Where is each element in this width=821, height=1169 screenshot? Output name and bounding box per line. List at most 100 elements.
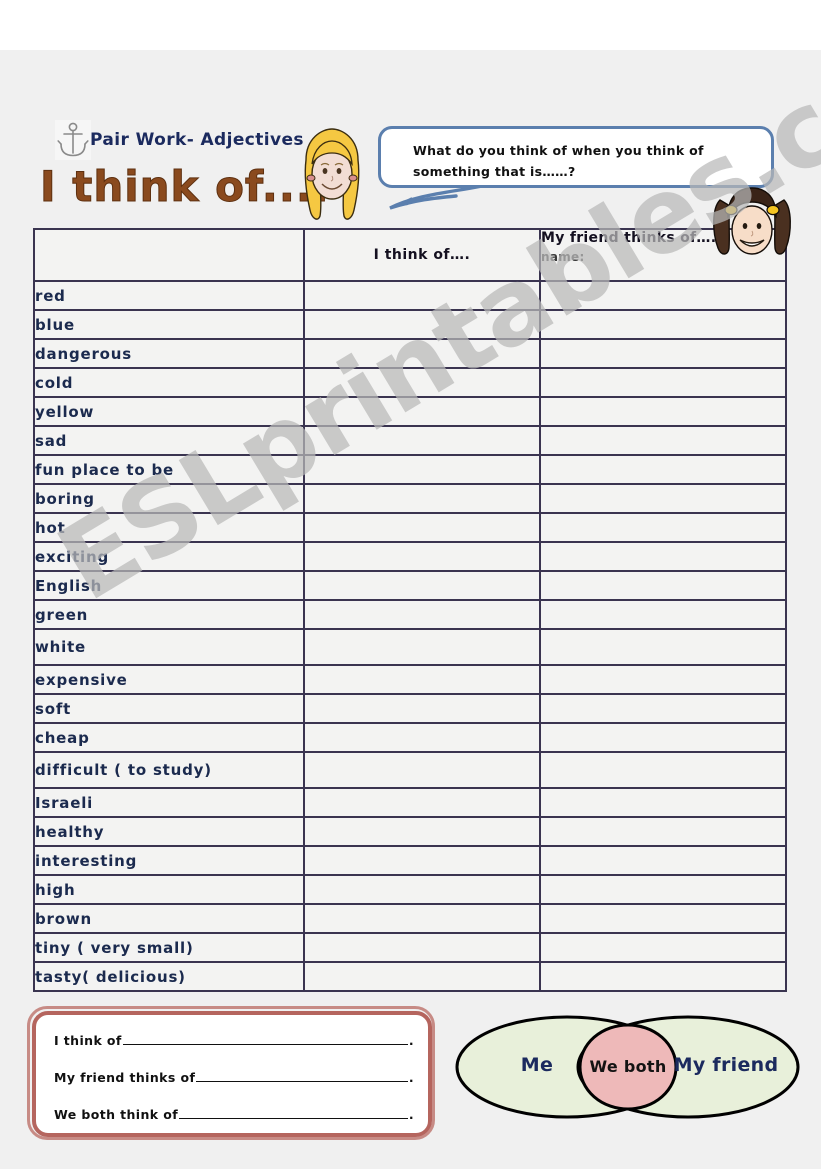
- adjective-cell: difficult ( to study): [33, 751, 305, 789]
- table-row: cheap: [33, 722, 787, 753]
- adjective-cell: Israeli: [33, 787, 305, 818]
- friend-answer-cell[interactable]: [539, 396, 787, 427]
- me-answer-cell[interactable]: [303, 280, 541, 311]
- friend-answer-cell[interactable]: [539, 541, 787, 572]
- adjective-cell: fun place to be: [33, 454, 305, 485]
- adjective-cell: exciting: [33, 541, 305, 572]
- friend-answer-cell[interactable]: [539, 338, 787, 369]
- friend-answer-cell[interactable]: [539, 693, 787, 724]
- table-row: white: [33, 628, 787, 666]
- speech-bubble: What do you think of when you think of s…: [378, 126, 774, 188]
- table-row: boring: [33, 483, 787, 514]
- me-answer-cell[interactable]: [303, 628, 541, 666]
- table-row: soft: [33, 693, 787, 724]
- sentence-blank-field[interactable]: [196, 1071, 408, 1082]
- sentence-line: My friend thinks of .: [54, 1070, 414, 1085]
- venn-diagram: Me We both My friend: [455, 1012, 800, 1122]
- friend-answer-cell[interactable]: [539, 425, 787, 456]
- me-answer-cell[interactable]: [303, 309, 541, 340]
- table-row: dangerous: [33, 338, 787, 369]
- me-answer-cell[interactable]: [303, 693, 541, 724]
- anchor-icon: [55, 120, 91, 160]
- speech-bubble-text: What do you think of when you think of s…: [413, 143, 704, 179]
- adjective-cell: expensive: [33, 664, 305, 695]
- me-answer-cell[interactable]: [303, 338, 541, 369]
- friend-answer-cell[interactable]: [539, 367, 787, 398]
- page-subtitle: Pair Work- Adjectives: [90, 130, 304, 150]
- table-row: interesting: [33, 845, 787, 876]
- me-answer-cell[interactable]: [303, 541, 541, 572]
- adjective-cell: dangerous: [33, 338, 305, 369]
- table-row: red: [33, 280, 787, 311]
- me-answer-cell[interactable]: [303, 722, 541, 753]
- me-answer-cell[interactable]: [303, 512, 541, 543]
- girl-brunette-avatar: [706, 186, 798, 272]
- friend-answer-cell[interactable]: [539, 628, 787, 666]
- me-answer-cell[interactable]: [303, 483, 541, 514]
- friend-answer-cell[interactable]: [539, 932, 787, 963]
- sentence-line: We both think of .: [54, 1107, 414, 1122]
- sentence-blank-field[interactable]: [179, 1108, 408, 1119]
- adjective-cell: tasty( delicious): [33, 961, 305, 992]
- friend-answer-cell[interactable]: [539, 845, 787, 876]
- friend-answer-cell[interactable]: [539, 454, 787, 485]
- friend-answer-cell[interactable]: [539, 483, 787, 514]
- table-row: hot: [33, 512, 787, 543]
- sentence-prefix: I think of: [54, 1033, 122, 1048]
- table-row: difficult ( to study): [33, 751, 787, 789]
- adjective-cell: cheap: [33, 722, 305, 753]
- table-row: exciting: [33, 541, 787, 572]
- friend-answer-cell[interactable]: [539, 874, 787, 905]
- me-answer-cell[interactable]: [303, 664, 541, 695]
- table-row: cold: [33, 367, 787, 398]
- worksheet-page: Pair Work- Adjectives I think of.... Wha…: [0, 50, 821, 1169]
- sentence-blank-field[interactable]: [122, 1034, 408, 1045]
- adjective-cell: white: [33, 628, 305, 666]
- adjective-cell: brown: [33, 903, 305, 934]
- table-header-me: I think of….: [303, 228, 541, 282]
- sentence-prefix: My friend thinks of: [54, 1070, 196, 1085]
- me-answer-cell[interactable]: [303, 367, 541, 398]
- table-row: brown: [33, 903, 787, 934]
- me-answer-cell[interactable]: [303, 454, 541, 485]
- adjective-cell: soft: [33, 693, 305, 724]
- friend-answer-cell[interactable]: [539, 280, 787, 311]
- friend-answer-cell[interactable]: [539, 570, 787, 601]
- friend-answer-cell[interactable]: [539, 787, 787, 818]
- me-answer-cell[interactable]: [303, 425, 541, 456]
- friend-answer-cell[interactable]: [539, 309, 787, 340]
- me-answer-cell[interactable]: [303, 961, 541, 992]
- table-row: tiny ( very small): [33, 932, 787, 963]
- adjectives-table: I think of…. My friend thinks of…. name:…: [33, 228, 787, 992]
- table-row: healthy: [33, 816, 787, 847]
- friend-answer-cell[interactable]: [539, 816, 787, 847]
- table-header-row: I think of…. My friend thinks of…. name:: [33, 228, 787, 282]
- me-answer-cell[interactable]: [303, 570, 541, 601]
- me-answer-cell[interactable]: [303, 845, 541, 876]
- friend-answer-cell[interactable]: [539, 903, 787, 934]
- me-answer-cell[interactable]: [303, 787, 541, 818]
- adjective-cell: hot: [33, 512, 305, 543]
- girl-blonde-avatar: [296, 126, 368, 228]
- me-answer-cell[interactable]: [303, 874, 541, 905]
- table-row: blue: [33, 309, 787, 340]
- friend-answer-cell[interactable]: [539, 751, 787, 789]
- me-answer-cell[interactable]: [303, 751, 541, 789]
- me-answer-cell[interactable]: [303, 903, 541, 934]
- me-answer-cell[interactable]: [303, 816, 541, 847]
- adjective-cell: blue: [33, 309, 305, 340]
- me-answer-cell[interactable]: [303, 932, 541, 963]
- friend-answer-cell[interactable]: [539, 512, 787, 543]
- adjective-cell: cold: [33, 367, 305, 398]
- table-row: high: [33, 874, 787, 905]
- friend-answer-cell[interactable]: [539, 599, 787, 630]
- table-row: yellow: [33, 396, 787, 427]
- me-answer-cell[interactable]: [303, 599, 541, 630]
- table-row: expensive: [33, 664, 787, 695]
- friend-answer-cell[interactable]: [539, 664, 787, 695]
- friend-answer-cell[interactable]: [539, 722, 787, 753]
- sentence-line: I think of .: [54, 1033, 414, 1048]
- page-title: I think of....: [40, 162, 330, 212]
- me-answer-cell[interactable]: [303, 396, 541, 427]
- friend-answer-cell[interactable]: [539, 961, 787, 992]
